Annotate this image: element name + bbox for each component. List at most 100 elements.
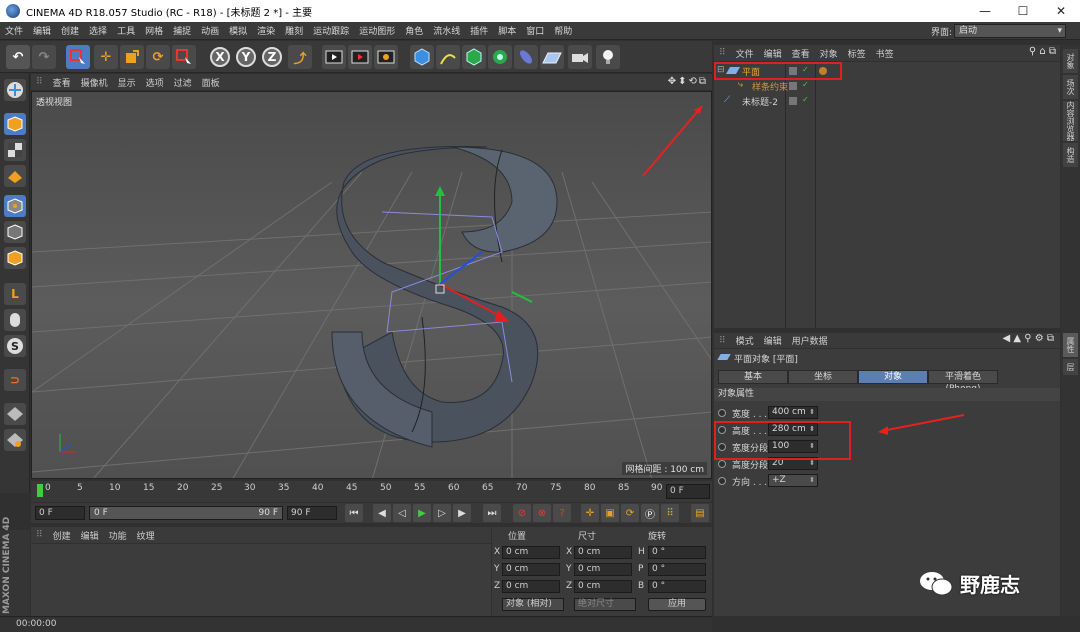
max-frame-field[interactable]: 90 F <box>287 506 337 520</box>
redo-icon[interactable]: ↷ <box>32 45 56 69</box>
am-menu-edit[interactable]: 编辑 <box>759 334 787 347</box>
side-tab-layers[interactable]: 层 <box>1063 359 1078 375</box>
menu-mograph[interactable]: 运动图形 <box>354 24 400 37</box>
viewport-menu-cameras[interactable]: 摄像机 <box>76 76 113 89</box>
material-manager-area[interactable] <box>31 544 491 616</box>
key-scale-icon[interactable]: ▣ <box>601 504 619 522</box>
go-to-end-icon[interactable]: ⏭ <box>483 504 501 522</box>
render-to-picture-viewer-icon[interactable] <box>348 45 372 69</box>
side-tab-content-browser[interactable]: 内容浏览器 <box>1063 101 1078 141</box>
viewport-menu-options[interactable]: 选项 <box>141 76 169 89</box>
menu-window[interactable]: 窗口 <box>521 24 549 37</box>
texture-mode-icon[interactable] <box>4 139 26 161</box>
previous-frame-icon[interactable]: ◁ <box>393 504 411 522</box>
om-menu-objects[interactable]: 对象 <box>815 47 843 60</box>
cloner-icon[interactable] <box>488 45 512 69</box>
object-name-spline-wrap[interactable]: 样条约束 <box>752 80 788 93</box>
next-key-icon[interactable]: ▶ <box>453 504 471 522</box>
axis-mode-icon[interactable]: L <box>4 283 26 305</box>
tab-phong[interactable]: 平滑着色(Phong) <box>928 370 998 394</box>
om-menu-view[interactable]: 查看 <box>787 47 815 60</box>
previous-key-icon[interactable]: ◀ <box>373 504 391 522</box>
menu-edit[interactable]: 编辑 <box>28 24 56 37</box>
move-icon[interactable]: ✛ <box>94 45 118 69</box>
prop-orientation-dropdown[interactable]: +Z <box>768 474 818 487</box>
live-selection-icon[interactable] <box>66 45 90 69</box>
am-menu-user-data[interactable]: 用户数据 <box>787 334 833 347</box>
timeline-ruler[interactable]: 0 5 10 15 20 25 30 35 40 45 50 55 60 65 … <box>31 481 712 502</box>
viewport-navigation-icons[interactable]: ✥⬍⟲⧉ <box>668 76 708 87</box>
animate-toggle-icon[interactable] <box>718 409 726 417</box>
maximize-button[interactable]: ☐ <box>1004 0 1042 22</box>
coordinate-system-icon[interactable]: ⤴ <box>288 45 312 69</box>
perspective-viewport[interactable]: 透视视图 网格间距 : 100 cm <box>31 91 712 479</box>
key-point-level-icon[interactable]: ⠿ <box>661 504 679 522</box>
object-name-spline[interactable]: 未标题-2 <box>742 95 778 108</box>
menu-mesh[interactable]: 网格 <box>140 24 168 37</box>
snap-icon[interactable]: S <box>4 335 26 357</box>
model-mode-icon[interactable] <box>4 113 26 135</box>
viewport-menu-panel[interactable]: 面板 <box>197 76 225 89</box>
side-tab-structure[interactable]: 构造 <box>1063 143 1078 167</box>
om-menu-edit[interactable]: 编辑 <box>759 47 787 60</box>
make-editable-icon[interactable] <box>4 79 26 101</box>
viewport-menu-display[interactable]: 显示 <box>113 76 141 89</box>
apply-button[interactable]: 应用 <box>648 598 706 611</box>
render-settings-icon[interactable] <box>374 45 398 69</box>
om-menu-tags[interactable]: 标签 <box>843 47 871 60</box>
size-mode-dropdown[interactable]: 绝对尺寸 <box>574 598 636 611</box>
play-icon[interactable]: ▶ <box>413 504 431 522</box>
menu-snap[interactable]: 捕捉 <box>168 24 196 37</box>
x-axis-lock-button[interactable]: X <box>210 47 230 67</box>
undo-icon[interactable]: ↶ <box>6 45 30 69</box>
key-rotation-icon[interactable]: ⟳ <box>621 504 639 522</box>
size-y-field[interactable]: 0 cm <box>574 563 632 576</box>
menu-help[interactable]: 帮助 <box>549 24 577 37</box>
deformer-icon[interactable] <box>514 45 538 69</box>
record-active-objects-icon[interactable]: ⊘ <box>513 504 531 522</box>
current-frame-field[interactable]: 0 F <box>35 506 85 520</box>
minimize-button[interactable]: — <box>966 0 1004 22</box>
timeline-end-frame-field[interactable]: 0 F <box>666 484 710 499</box>
material-menu-edit[interactable]: 编辑 <box>76 529 104 542</box>
coord-mode-dropdown[interactable]: 对象 (相对) <box>502 598 564 611</box>
menu-animate[interactable]: 动画 <box>196 24 224 37</box>
viewport-menu-filter[interactable]: 过滤 <box>169 76 197 89</box>
menu-file[interactable]: 文件 <box>0 24 28 37</box>
magnet-icon[interactable]: ⊃ <box>4 369 26 391</box>
size-x-field[interactable]: 0 cm <box>574 546 632 559</box>
om-search-home-icons[interactable]: ⚲ ⌂ ⧉ <box>1029 46 1056 57</box>
material-menu-function[interactable]: 功能 <box>104 529 132 542</box>
position-y-field[interactable]: 0 cm <box>502 563 560 576</box>
layout-select[interactable]: 启动 <box>954 24 1066 38</box>
prop-width-field[interactable]: 400 cm <box>768 406 818 419</box>
visibility-toggle-icon[interactable] <box>789 97 797 105</box>
go-to-start-icon[interactable]: ⏮ <box>345 504 363 522</box>
range-slider[interactable]: 0 F 90 F <box>89 506 283 520</box>
material-menu-texture[interactable]: 纹理 <box>132 529 160 542</box>
enabled-check-icon[interactable]: ✓ <box>802 80 810 89</box>
z-axis-lock-button[interactable]: Z <box>262 47 282 67</box>
cube-icon[interactable] <box>410 45 434 69</box>
am-nav-icons[interactable]: ◀ ▲ ⚲ ⚙ ⧉ <box>1002 333 1054 344</box>
camera-icon[interactable] <box>568 45 592 69</box>
rotate-icon[interactable]: ⟳ <box>146 45 170 69</box>
points-mode-icon[interactable] <box>4 195 26 217</box>
autokeying-icon[interactable]: ⊗ <box>533 504 551 522</box>
position-x-field[interactable]: 0 cm <box>502 546 560 559</box>
tab-object[interactable]: 对象 <box>858 370 928 384</box>
enabled-check-icon[interactable]: ✓ <box>802 95 810 104</box>
animate-toggle-icon[interactable] <box>718 460 726 468</box>
menu-motion-tracker[interactable]: 运动跟踪 <box>308 24 354 37</box>
visibility-toggle-icon[interactable] <box>789 82 797 90</box>
object-row-spline-wrap[interactable]: ⤷ 样条约束 ✓ <box>714 79 1060 94</box>
recent-tools-icon[interactable] <box>172 45 196 69</box>
rotation-b-field[interactable]: 0 ° <box>648 580 706 593</box>
menu-render[interactable]: 渲染 <box>252 24 280 37</box>
menu-sculpt[interactable]: 雕刻 <box>280 24 308 37</box>
close-button[interactable]: ✕ <box>1042 0 1080 22</box>
side-tab-objects[interactable]: 对象 <box>1063 49 1078 73</box>
menu-pipeline[interactable]: 流水线 <box>428 24 465 37</box>
tweak-mode-icon[interactable] <box>4 309 26 331</box>
pen-spline-icon[interactable] <box>436 45 460 69</box>
